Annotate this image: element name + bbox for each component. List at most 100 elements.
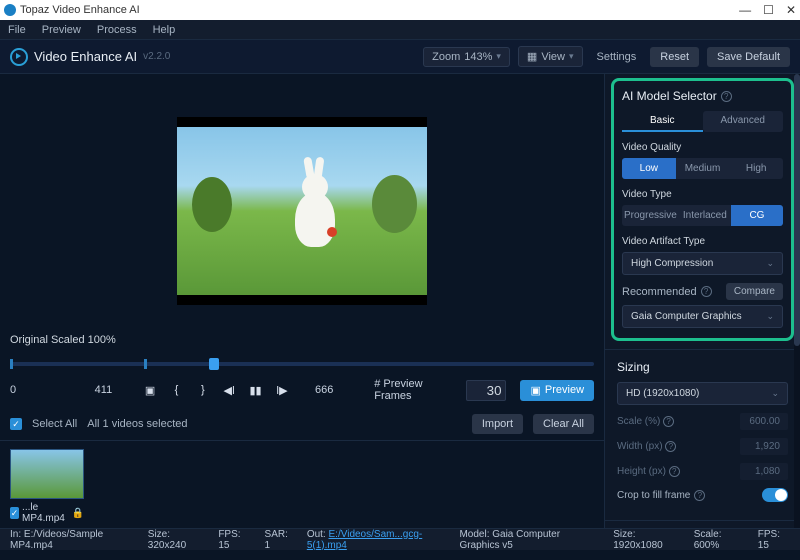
in-marker[interactable] <box>10 359 13 369</box>
zoom-value: 143% <box>464 51 492 63</box>
playback-controls: 0 411 ▣ { } ◀ǀ ▮▮ ǀ▶ 666 # Preview Frame… <box>0 372 604 408</box>
main-panel: Original Scaled 100% 0 411 ▣ { } ◀ǀ ▮▮ ǀ… <box>0 74 604 528</box>
menubar: File Preview Process Help <box>0 20 800 40</box>
status-model: Model: Gaia Computer Graphics v5 <box>459 529 599 551</box>
scale-label: Original Scaled 100% <box>0 328 604 352</box>
video-thumbnail[interactable]: ✓ ...le MP4.mp4 🔒 <box>10 449 84 524</box>
sizing-preset-dropdown[interactable]: HD (1920x1080) ⌄ <box>617 382 788 405</box>
crop-toggle[interactable] <box>762 488 788 502</box>
select-all-label[interactable]: Select All <box>32 418 77 430</box>
out-size: Size: 1920x1080 <box>613 529 679 551</box>
mark-out-icon[interactable]: } <box>197 383 209 397</box>
close-button[interactable]: ✕ <box>786 3 796 17</box>
scrollbar[interactable] <box>794 74 800 528</box>
height-value[interactable]: 1,080 <box>740 463 788 480</box>
sar: SAR: 1 <box>265 529 293 551</box>
selection-row: ✓ Select All All 1 videos selected Impor… <box>0 408 604 441</box>
chevron-down-icon: ⌄ <box>771 388 779 399</box>
sizing-title: Sizing <box>617 360 788 374</box>
menu-preview[interactable]: Preview <box>42 24 81 36</box>
scale-value[interactable]: 600.00 <box>740 413 788 430</box>
type-segment: Progressive Interlaced CG <box>622 205 783 226</box>
video-preview[interactable] <box>177 117 427 305</box>
artifact-dropdown[interactable]: High Compression ⌄ <box>622 252 783 275</box>
artifact-label: Video Artifact Type <box>622 236 783 247</box>
help-icon[interactable]: ? <box>663 416 674 427</box>
preview-button[interactable]: ▣ Preview <box>520 380 594 401</box>
in-fps: FPS: 15 <box>218 529 250 551</box>
chevron-down-icon: ⌄ <box>766 258 774 269</box>
chevron-down-icon: ▾ <box>496 51 501 62</box>
help-icon[interactable]: ? <box>669 466 680 477</box>
save-default-button[interactable]: Save Default <box>707 47 790 67</box>
app-icon <box>4 4 16 16</box>
section-title: AI Model Selector <box>622 89 717 103</box>
settings-panel: AI Model Selector ? Basic Advanced Video… <box>604 74 800 528</box>
time-start: 0 <box>10 384 63 396</box>
mark-in-icon[interactable]: { <box>170 383 182 397</box>
tab-advanced[interactable]: Advanced <box>703 111 784 132</box>
minimize-button[interactable]: — <box>739 3 751 17</box>
zoom-control[interactable]: Zoom 143% ▾ <box>423 47 510 67</box>
maximize-button[interactable]: ☐ <box>763 3 774 17</box>
type-cg[interactable]: CG <box>731 205 783 226</box>
lock-icon[interactable]: 🔒 <box>72 508 84 519</box>
zoom-label: Zoom <box>432 51 460 63</box>
recommended-dropdown[interactable]: Gaia Computer Graphics ⌄ <box>622 305 783 328</box>
thumb-checkbox[interactable]: ✓ <box>10 507 19 519</box>
step-forward-icon[interactable]: ǀ▶ <box>276 383 288 397</box>
type-progressive[interactable]: Progressive <box>622 205 679 226</box>
clear-all-button[interactable]: Clear All <box>533 414 594 434</box>
quality-segment: Low Medium High <box>622 158 783 179</box>
grain-section: Grain Settings On <box>605 520 800 528</box>
selection-count: All 1 videos selected <box>87 418 187 430</box>
app-title: Video Enhance AI <box>34 49 137 64</box>
help-icon[interactable]: ? <box>665 441 676 452</box>
in-path: E:/Videos/Sample MP4.mp4 <box>10 529 103 551</box>
thumb-filename: ...le MP4.mp4 <box>22 502 69 524</box>
chevron-down-icon: ⌄ <box>766 311 774 322</box>
select-all-checkbox[interactable]: ✓ <box>10 418 22 430</box>
type-label: Video Type <box>622 189 783 200</box>
model-selector-section: AI Model Selector ? Basic Advanced Video… <box>611 78 794 341</box>
help-icon[interactable]: ? <box>694 490 705 501</box>
help-icon[interactable]: ? <box>701 286 712 297</box>
step-back-icon[interactable]: ◀ǀ <box>223 383 235 397</box>
frames-input[interactable] <box>466 380 506 401</box>
help-icon[interactable]: ? <box>721 91 732 102</box>
out-scale: Scale: 600% <box>694 529 744 551</box>
quality-label: Video Quality <box>622 142 783 153</box>
timeline[interactable] <box>0 352 604 372</box>
tab-basic[interactable]: Basic <box>622 111 703 132</box>
settings-label[interactable]: Settings <box>597 51 637 63</box>
camera-icon[interactable]: ▣ <box>144 383 156 397</box>
status-bar: In: E:/Videos/Sample MP4.mp4 Size: 320x2… <box>0 528 800 550</box>
frames-label: # Preview Frames <box>374 378 452 402</box>
recommended-label: Recommended <box>622 286 697 298</box>
out-marker[interactable] <box>144 359 147 369</box>
reset-button[interactable]: Reset <box>650 47 699 67</box>
in-size: Size: 320x240 <box>148 529 205 551</box>
menu-process[interactable]: Process <box>97 24 137 36</box>
menu-help[interactable]: Help <box>153 24 176 36</box>
import-button[interactable]: Import <box>472 414 523 434</box>
window-titlebar: Topaz Video Enhance AI — ☐ ✕ <box>0 0 800 20</box>
video-list: ✓ ...le MP4.mp4 🔒 <box>0 441 604 528</box>
camera-icon: ▣ <box>530 384 540 397</box>
compare-button[interactable]: Compare <box>726 283 783 300</box>
pause-icon[interactable]: ▮▮ <box>249 383 261 397</box>
logo-icon <box>10 48 28 66</box>
width-value[interactable]: 1,920 <box>740 438 788 455</box>
playhead[interactable] <box>209 358 219 370</box>
view-label: View <box>541 51 565 63</box>
type-interlaced[interactable]: Interlaced <box>679 205 731 226</box>
quality-low[interactable]: Low <box>622 158 676 179</box>
time-current: 411 <box>77 384 130 396</box>
quality-medium[interactable]: Medium <box>676 158 730 179</box>
view-control[interactable]: ▦ View ▾ <box>518 46 583 67</box>
title-text: Topaz Video Enhance AI <box>20 4 140 16</box>
quality-high[interactable]: High <box>729 158 783 179</box>
menu-file[interactable]: File <box>8 24 26 36</box>
grid-icon: ▦ <box>527 50 537 63</box>
sizing-section: Sizing HD (1920x1080) ⌄ Scale (%) ? 600.… <box>605 349 800 520</box>
